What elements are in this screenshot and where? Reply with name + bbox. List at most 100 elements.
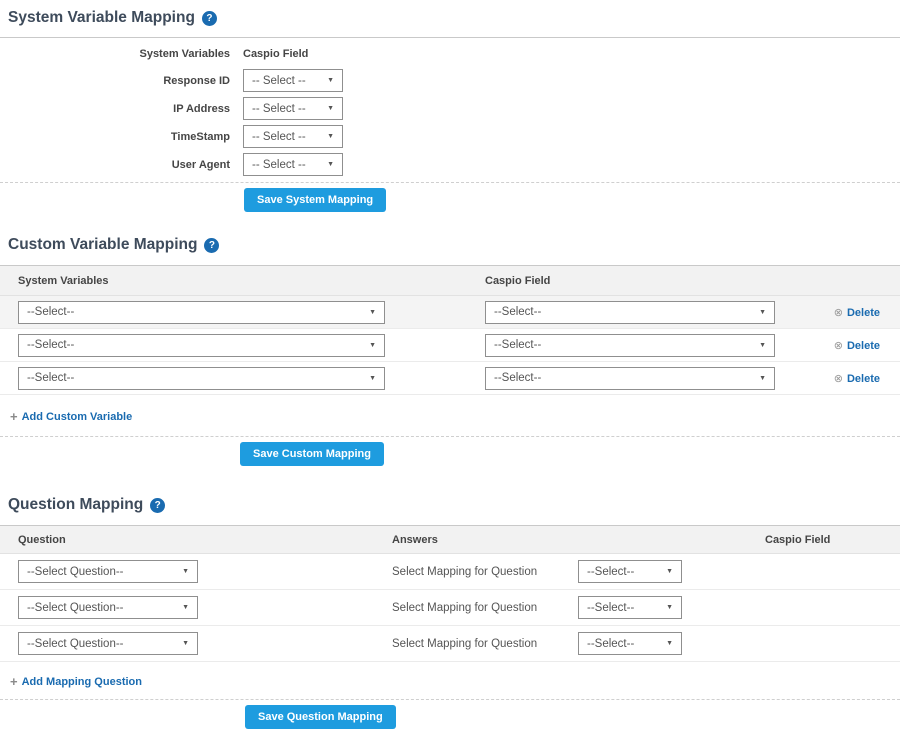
custom-caspio-field-select[interactable]: --Select-- ▼ (485, 301, 775, 324)
section-title-text: System Variable Mapping (8, 9, 195, 27)
select-value: -- Select -- (252, 75, 306, 87)
delete-circle-icon: ⊗ (834, 372, 843, 385)
table-row: TimeStamp -- Select -- ▼ (0, 125, 900, 148)
table-row: --Select-- ▼ --Select-- ▼ ⊗Delete (0, 296, 900, 329)
user-agent-select[interactable]: -- Select -- ▼ (243, 153, 343, 176)
delete-custom-variable-link[interactable]: ⊗Delete (834, 339, 880, 352)
custom-caspio-field-select[interactable]: --Select-- ▼ (485, 367, 775, 390)
timestamp-label: TimeStamp (0, 131, 230, 143)
help-icon[interactable]: ? (150, 498, 165, 513)
table-row: --Select-- ▼ --Select-- ▼ ⊗Delete (0, 329, 900, 362)
delete-custom-variable-link[interactable]: ⊗Delete (834, 372, 880, 385)
caret-down-icon: ▼ (327, 105, 334, 112)
section-title-text: Question Mapping (8, 496, 143, 514)
add-custom-variable-link[interactable]: + Add Custom Variable (10, 409, 132, 424)
answers-column-header: Answers (392, 534, 765, 546)
system-mapping-title: System Variable Mapping ? (8, 9, 900, 27)
timestamp-select[interactable]: -- Select -- ▼ (243, 125, 343, 148)
custom-variable-mapping-section: Custom Variable Mapping ? System Variabl… (0, 236, 900, 466)
table-row: --Select Question-- ▼ Select Mapping for… (0, 590, 900, 626)
question-select[interactable]: --Select Question-- ▼ (18, 632, 198, 655)
system-mapping-header-row: System Variables Caspio Field (0, 48, 900, 60)
table-row: --Select-- ▼ --Select-- ▼ ⊗Delete (0, 362, 900, 395)
caret-down-icon: ▼ (327, 77, 334, 84)
select-value: --Select-- (27, 306, 74, 318)
question-select[interactable]: --Select Question-- ▼ (18, 560, 198, 583)
add-mapping-question-link[interactable]: +Add Mapping Question (10, 674, 142, 689)
custom-mapping-header-row: System Variables Caspio Field (0, 266, 900, 296)
answer-mapping-select[interactable]: --Select-- ▼ (578, 596, 682, 619)
save-question-mapping-button[interactable]: Save Question Mapping (245, 705, 396, 729)
caret-down-icon: ▼ (327, 133, 334, 140)
select-value: --Select-- (494, 339, 541, 351)
question-mapping-section: Question Mapping ? Question Answers Casp… (0, 496, 900, 729)
help-icon[interactable]: ? (202, 11, 217, 26)
table-row: User Agent -- Select -- ▼ (0, 153, 900, 176)
plus-icon: + (10, 409, 18, 424)
user-agent-label: User Agent (0, 159, 230, 171)
system-variable-mapping-section: System Variable Mapping ? System Variabl… (0, 0, 900, 212)
help-icon[interactable]: ? (204, 238, 219, 253)
caret-down-icon: ▼ (666, 604, 673, 611)
save-system-mapping-button[interactable]: Save System Mapping (244, 188, 386, 212)
custom-system-variable-select[interactable]: --Select-- ▼ (18, 334, 385, 357)
caret-down-icon: ▼ (759, 342, 766, 349)
response-id-label: Response ID (0, 75, 230, 87)
question-mapping-title: Question Mapping ? (8, 496, 900, 514)
ip-address-label: IP Address (0, 103, 230, 115)
caret-down-icon: ▼ (327, 161, 334, 168)
answer-mapping-label: Select Mapping for Question (392, 566, 578, 578)
answer-mapping-select[interactable]: --Select-- ▼ (578, 632, 682, 655)
save-custom-button-row: Save Custom Mapping (0, 437, 900, 466)
select-value: --Select Question-- (27, 566, 124, 578)
caret-down-icon: ▼ (666, 640, 673, 647)
add-custom-variable-row: + Add Custom Variable (10, 408, 900, 426)
add-mapping-question-row: +Add Mapping Question (10, 673, 900, 691)
answer-mapping-label: Select Mapping for Question (392, 602, 578, 614)
table-row: Response ID -- Select -- ▼ (0, 69, 900, 92)
save-custom-mapping-button[interactable]: Save Custom Mapping (240, 442, 384, 466)
select-value: --Select-- (27, 372, 74, 384)
plus-icon: + (10, 674, 18, 689)
select-value: -- Select -- (252, 131, 306, 143)
table-row: --Select Question-- ▼ Select Mapping for… (0, 626, 900, 662)
select-value: --Select Question-- (27, 602, 124, 614)
caret-down-icon: ▼ (759, 375, 766, 382)
response-id-select[interactable]: -- Select -- ▼ (243, 69, 343, 92)
delete-custom-variable-link[interactable]: ⊗Delete (834, 306, 880, 319)
caret-down-icon: ▼ (182, 604, 189, 611)
question-mapping-header-row: Question Answers Caspio Field (0, 526, 900, 554)
select-value: --Select-- (587, 602, 634, 614)
custom-system-variable-select[interactable]: --Select-- ▼ (18, 301, 385, 324)
caret-down-icon: ▼ (759, 309, 766, 316)
save-question-button-row: Save Question Mapping (0, 700, 900, 729)
system-variables-column-header: System Variables (0, 48, 230, 60)
system-mapping-form: System Variables Caspio Field Response I… (0, 38, 900, 176)
question-select[interactable]: --Select Question-- ▼ (18, 596, 198, 619)
caret-down-icon: ▼ (182, 640, 189, 647)
caspio-field-column-header: Caspio Field (243, 48, 308, 60)
caspio-field-column-header: Caspio Field (485, 275, 808, 287)
answer-mapping-select[interactable]: --Select-- ▼ (578, 560, 682, 583)
table-row: IP Address -- Select -- ▼ (0, 97, 900, 120)
caret-down-icon: ▼ (369, 375, 376, 382)
select-value: -- Select -- (252, 159, 306, 171)
select-value: --Select-- (494, 306, 541, 318)
custom-mapping-title: Custom Variable Mapping ? (8, 236, 900, 254)
select-value: --Select-- (587, 638, 634, 650)
custom-mapping-table: System Variables Caspio Field --Select--… (0, 266, 900, 395)
caret-down-icon: ▼ (666, 568, 673, 575)
select-value: --Select Question-- (27, 638, 124, 650)
custom-caspio-field-select[interactable]: --Select-- ▼ (485, 334, 775, 357)
ip-address-select[interactable]: -- Select -- ▼ (243, 97, 343, 120)
answer-mapping-label: Select Mapping for Question (392, 638, 578, 650)
save-system-button-row: Save System Mapping (0, 183, 900, 212)
delete-circle-icon: ⊗ (834, 339, 843, 352)
custom-system-variable-select[interactable]: --Select-- ▼ (18, 367, 385, 390)
add-label: Add Custom Variable (22, 411, 133, 423)
select-value: -- Select -- (252, 103, 306, 115)
question-mapping-table: Question Answers Caspio Field --Select Q… (0, 526, 900, 662)
question-column-header: Question (18, 534, 392, 546)
select-value: --Select-- (587, 566, 634, 578)
caspio-field-column-header: Caspio Field (765, 534, 880, 546)
